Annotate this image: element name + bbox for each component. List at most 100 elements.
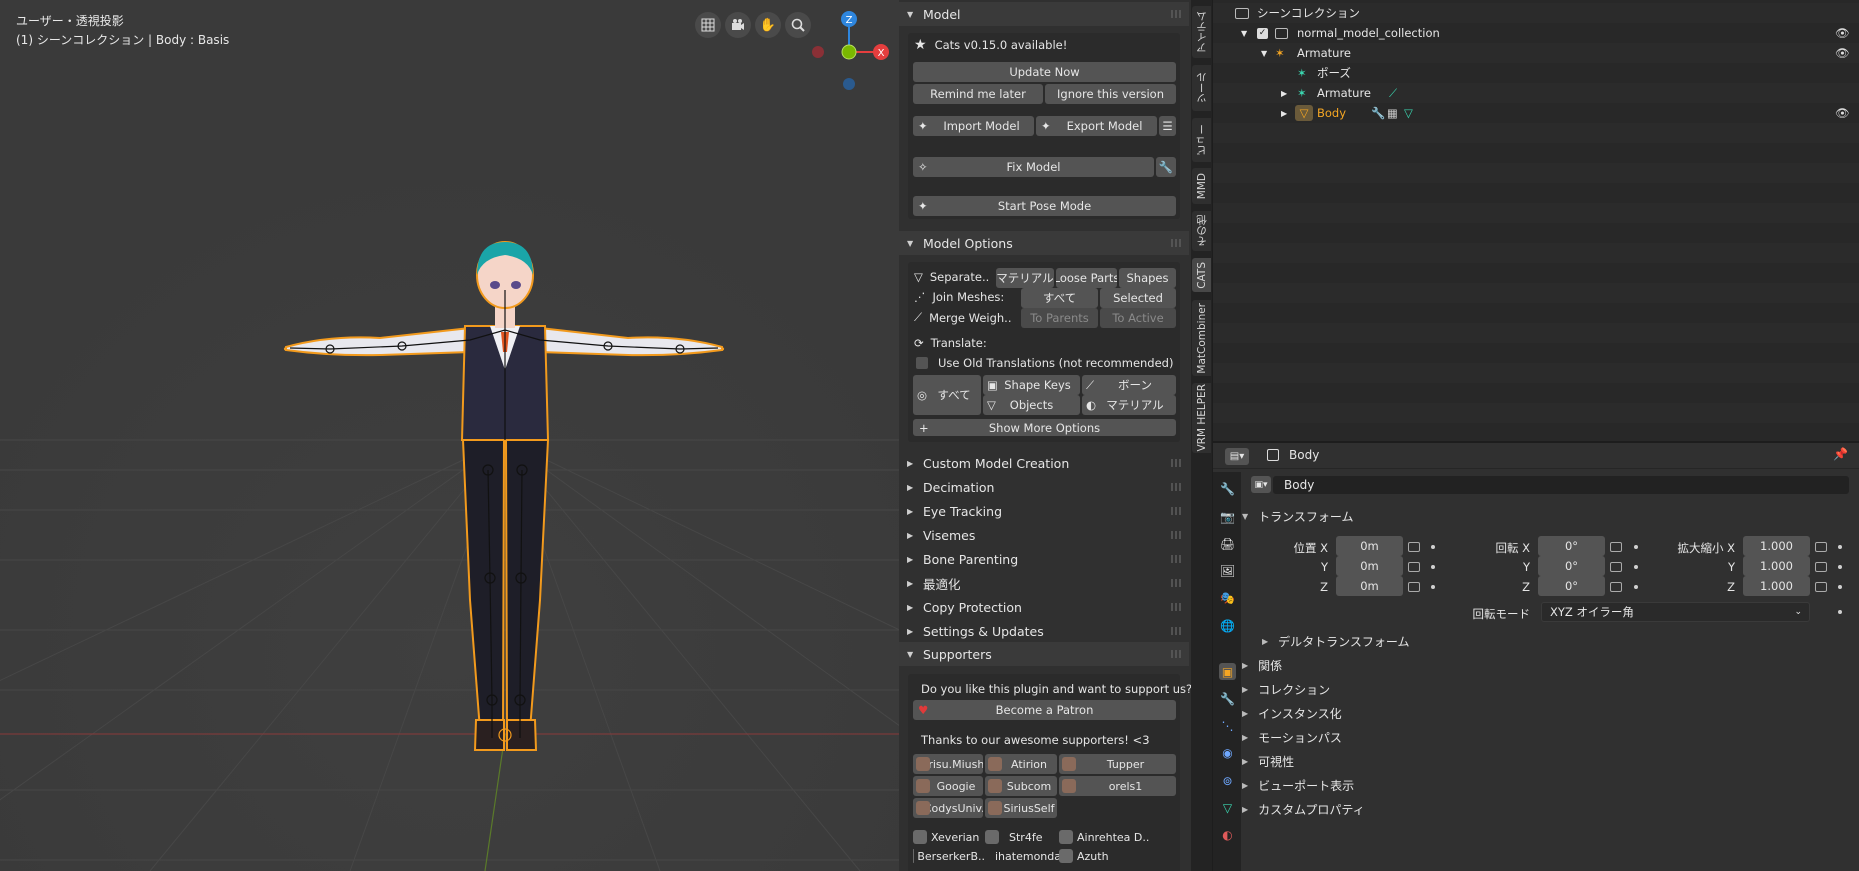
merge-to-active-button[interactable]: To Active	[1100, 308, 1176, 328]
update-now-button[interactable]: Update Now	[913, 62, 1176, 82]
separate-shapes-button[interactable]: Shapes	[1119, 268, 1176, 288]
particles-tab-icon[interactable]: ⋱	[1219, 717, 1236, 734]
outliner-row-scene-collection[interactable]: シーンコレクション	[1213, 3, 1859, 23]
tool-tab-icon[interactable]: 🔧	[1219, 480, 1236, 497]
merge-to-parents-button[interactable]: To Parents	[1021, 308, 1098, 328]
supporter-button[interactable]: SiriusSelf	[985, 798, 1057, 818]
property-section-header[interactable]: ▶ 可視性	[1242, 750, 1294, 772]
supporter-button[interactable]: Atirion	[985, 754, 1057, 774]
collapsed-section-header[interactable]: ▶ Copy Protection	[899, 595, 1189, 619]
location-y-field[interactable]: 0m	[1336, 556, 1403, 576]
collapsed-section-header[interactable]: ▶ Settings & Updates	[899, 619, 1189, 643]
translate-objects-button[interactable]: ▽ Objects	[983, 395, 1080, 415]
sidebar-tab[interactable]: その他	[1192, 211, 1211, 251]
keyframe-dot-icon[interactable]	[1634, 585, 1638, 589]
keyframe-dot-icon[interactable]	[1634, 565, 1638, 569]
checkbox-box[interactable]	[916, 357, 928, 369]
collapsed-section-header[interactable]: ▶ Visemes	[899, 523, 1189, 547]
axis-gizmo[interactable]: Z X	[806, 8, 896, 98]
location-x-field[interactable]: 0m	[1336, 536, 1403, 556]
cats-sidebar-panel[interactable]: ▼ Model ★ Cats v0.15.0 available! Update N…	[899, 0, 1191, 871]
drag-grip-icon[interactable]	[1171, 531, 1183, 539]
rotation-z-field[interactable]: 0°	[1538, 576, 1605, 596]
keyframe-dot-icon[interactable]	[1838, 545, 1842, 549]
scene-tab-icon[interactable]: 🎭	[1219, 589, 1236, 606]
world-tab-icon[interactable]: 🌐	[1219, 617, 1236, 634]
lock-icon[interactable]	[1610, 542, 1622, 552]
sidebar-tab[interactable]: CATS	[1192, 258, 1211, 292]
property-section-header[interactable]: ▶ 関係	[1242, 654, 1282, 676]
output-tab-icon[interactable]: 🖨	[1219, 535, 1236, 552]
render-tab-icon[interactable]: 📷	[1219, 508, 1236, 525]
outliner-row-pose[interactable]: ✶ ポーズ	[1213, 63, 1859, 83]
lock-icon[interactable]	[1815, 582, 1827, 592]
model-options-section-header[interactable]: ▼ Model Options	[899, 231, 1189, 255]
sidebar-tab[interactable]: アイテム	[1192, 6, 1211, 58]
rotation-mode-select[interactable]: XYZ オイラー角 ⌄	[1541, 602, 1810, 622]
physics-tab-icon[interactable]: ◉	[1219, 744, 1236, 761]
property-section-header[interactable]: ▶ カスタムプロパティ	[1242, 798, 1365, 820]
model-section-header[interactable]: ▼ Model	[899, 2, 1189, 26]
scale-z-field[interactable]: 1.000	[1743, 576, 1810, 596]
collapsed-section-header[interactable]: ▶ Decimation	[899, 475, 1189, 499]
object-type-dropdown[interactable]: ▣▾	[1251, 476, 1271, 493]
keyframe-dot-icon[interactable]	[1838, 565, 1842, 569]
lock-icon[interactable]	[1408, 542, 1420, 552]
property-section-header[interactable]: ▶ コレクション	[1242, 678, 1330, 700]
drag-grip-icon[interactable]	[1171, 627, 1183, 635]
collapsed-section-header[interactable]: ▶ Eye Tracking	[899, 499, 1189, 523]
sidebar-tab[interactable]: MatCombiner	[1192, 300, 1211, 376]
scale-x-field[interactable]: 1.000	[1743, 536, 1810, 556]
eye-icon[interactable]: 👁	[1835, 26, 1850, 40]
supporters-section-header[interactable]: ▼ Supporters	[899, 642, 1189, 666]
translate-shapekeys-button[interactable]: ▣ Shape Keys	[983, 375, 1080, 395]
scale-y-field[interactable]: 1.000	[1743, 556, 1810, 576]
collapsed-section-header[interactable]: ▶ Custom Model Creation	[899, 451, 1189, 475]
drag-grip-icon[interactable]	[1171, 603, 1183, 611]
supporter-button[interactable]: orels1	[1059, 776, 1176, 796]
checkbox-icon[interactable]: ✓	[1257, 27, 1268, 39]
export-menu-button[interactable]: ☰	[1159, 116, 1176, 136]
eye-icon[interactable]: 👁	[1835, 46, 1850, 60]
drag-grip-icon[interactable]	[1171, 10, 1183, 18]
remind-later-button[interactable]: Remind me later	[913, 84, 1043, 104]
supporter-button[interactable]: Krisu.Miushy	[913, 754, 983, 774]
join-selected-button[interactable]: Selected	[1100, 288, 1176, 308]
drag-grip-icon[interactable]	[1171, 555, 1183, 563]
property-section-header[interactable]: ▶ モーションパス	[1242, 726, 1342, 748]
drag-grip-icon[interactable]	[1171, 483, 1183, 491]
export-model-button[interactable]: ✦ Export Model	[1036, 116, 1157, 136]
object-name-field[interactable]: Body	[1273, 476, 1849, 494]
pin-icon[interactable]: 📌	[1833, 447, 1848, 461]
lock-icon[interactable]	[1815, 542, 1827, 552]
transform-section-header[interactable]: ▼ トランスフォーム	[1242, 505, 1354, 527]
import-model-button[interactable]: ✦ Import Model	[913, 116, 1034, 136]
supporter-button[interactable]: CodysUniv..	[913, 798, 983, 818]
property-section-header[interactable]: ▶ ビューポート表示	[1242, 774, 1354, 796]
ignore-version-button[interactable]: Ignore this version	[1045, 84, 1176, 104]
eye-icon[interactable]: 👁	[1835, 106, 1850, 120]
collapsed-section-header[interactable]: ▶ 最適化	[899, 571, 1189, 595]
character-model[interactable]	[0, 0, 899, 871]
lock-icon[interactable]	[1408, 582, 1420, 592]
translate-bones-button[interactable]: ⟋ ボーン	[1082, 375, 1176, 395]
material-tab-icon[interactable]: ◐	[1219, 826, 1236, 843]
supporter-button[interactable]: Tupper	[1059, 754, 1176, 774]
editor-type-button[interactable]: ▤▾	[1225, 448, 1249, 465]
drag-grip-icon[interactable]	[1171, 650, 1183, 658]
translate-all-button[interactable]: ◎ すべて	[913, 375, 981, 415]
drag-grip-icon[interactable]	[1171, 459, 1183, 467]
rotation-y-field[interactable]: 0°	[1538, 556, 1605, 576]
become-patron-button[interactable]: ♥ Become a Patron	[913, 700, 1176, 720]
collapsed-section-header[interactable]: ▶ Bone Parenting	[899, 547, 1189, 571]
modifier-tab-icon[interactable]: 🔧	[1219, 690, 1236, 707]
lock-icon[interactable]	[1610, 582, 1622, 592]
translate-materials-button[interactable]: ◐ マテリアル	[1082, 395, 1176, 415]
toggle-ortho-button[interactable]	[695, 12, 721, 38]
supporter-button[interactable]: Googie	[913, 776, 983, 796]
keyframe-dot-icon[interactable]	[1838, 610, 1842, 614]
pan-button[interactable]: ✋	[755, 12, 781, 38]
outliner[interactable]: シーンコレクション ▼ ✓ normal_model_collection 👁 …	[1213, 0, 1859, 441]
keyframe-dot-icon[interactable]	[1431, 565, 1435, 569]
keyframe-dot-icon[interactable]	[1838, 585, 1842, 589]
